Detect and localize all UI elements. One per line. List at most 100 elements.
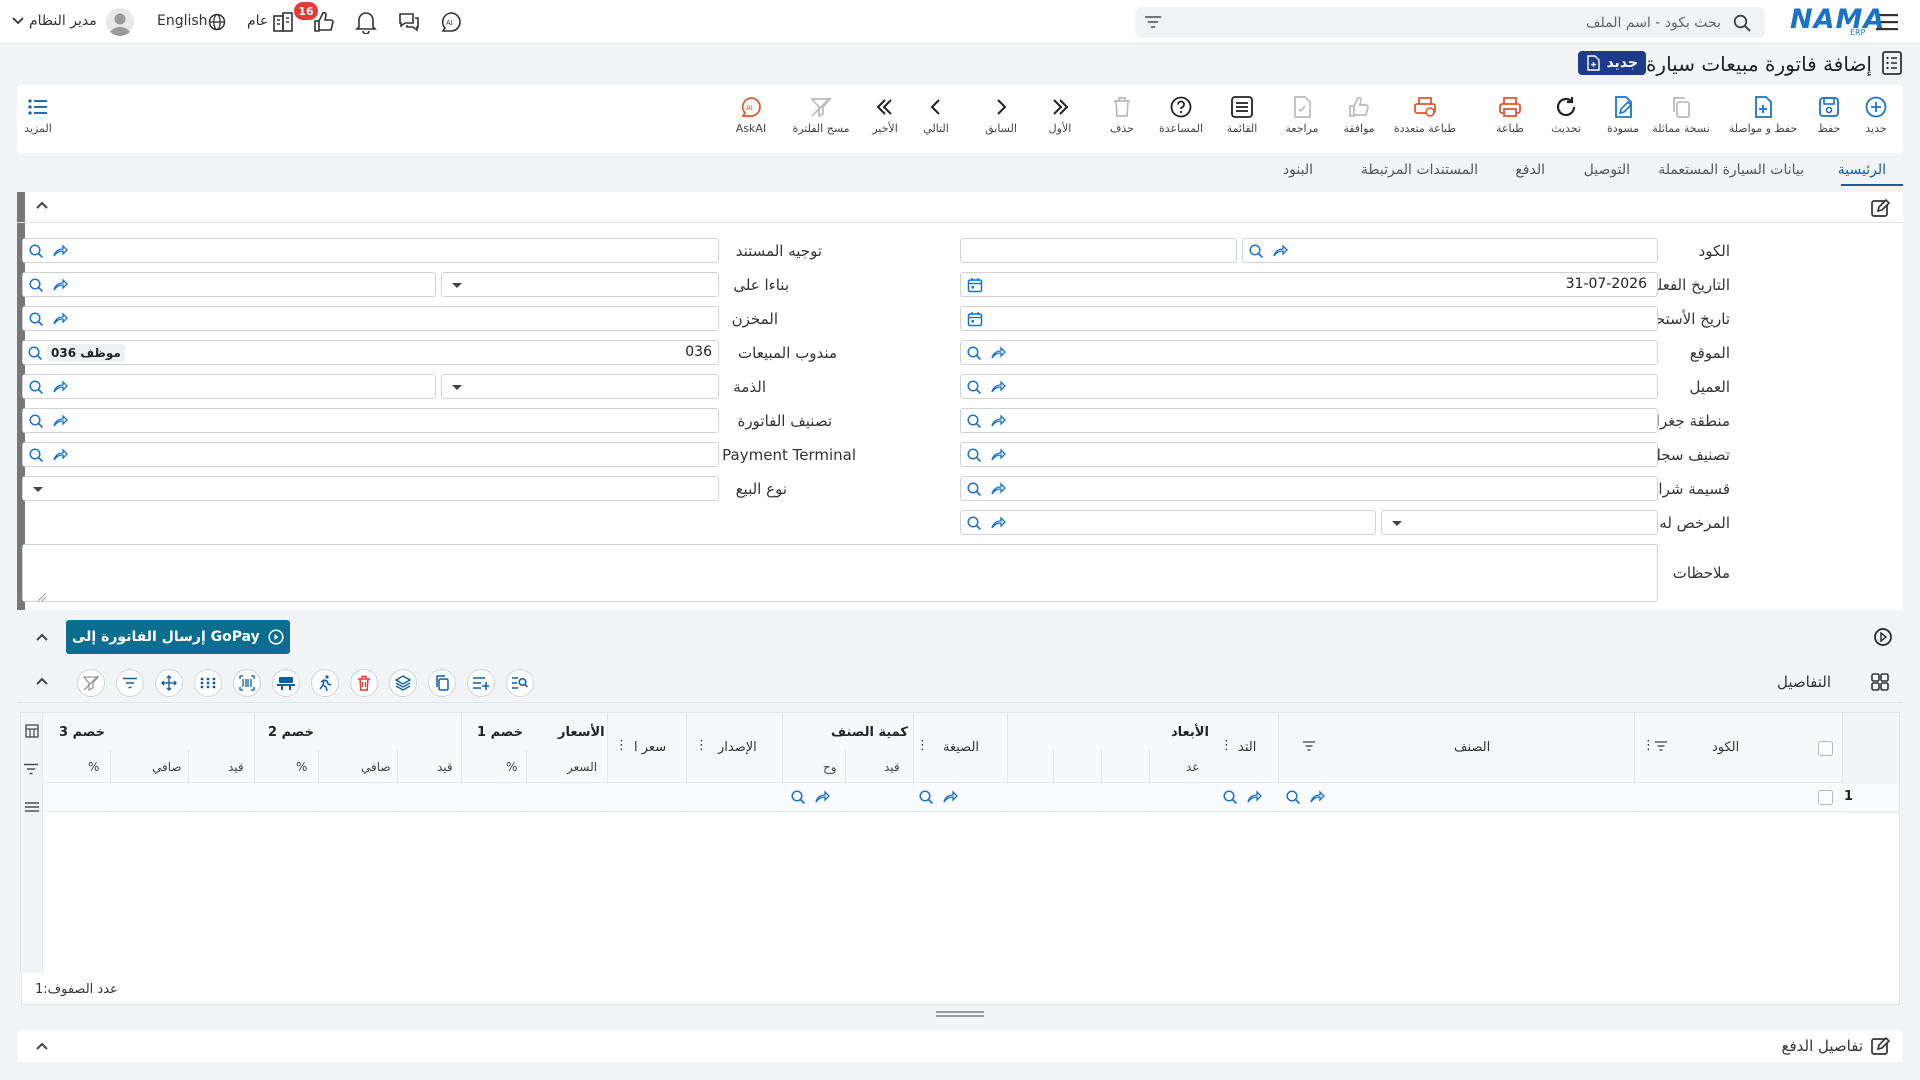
unit-cell-actions[interactable]: [790, 789, 830, 805]
forward-icon[interactable]: [52, 277, 68, 293]
resize-handle-icon[interactable]: [38, 593, 46, 601]
tab-delivery[interactable]: التوصيل: [1584, 162, 1630, 178]
tab-main[interactable]: الرئيسية: [1838, 162, 1886, 178]
search-refresh-icon[interactable]: [966, 515, 982, 531]
edit-icon[interactable]: [1870, 1036, 1890, 1056]
multi-print-button[interactable]: طباعة متعددة: [1385, 95, 1465, 135]
last-record-button[interactable]: الأخير: [855, 95, 915, 135]
geo-region-input[interactable]: [960, 408, 1658, 433]
branch-label[interactable]: عام: [247, 13, 268, 29]
header-d2-pct[interactable]: %: [296, 760, 307, 774]
bell-icon[interactable]: [353, 9, 379, 35]
column-menu-icon[interactable]: ⋮: [615, 738, 628, 753]
search-refresh-icon[interactable]: [1285, 789, 1301, 805]
clone-button[interactable]: نسخة مماثلة: [1646, 95, 1716, 135]
record-class-input[interactable]: [960, 442, 1658, 467]
save-button[interactable]: حفظ: [1799, 95, 1859, 135]
forward-icon[interactable]: [990, 481, 1006, 497]
filter-row-icon[interactable]: [24, 763, 38, 775]
notes-textarea[interactable]: [22, 544, 1658, 602]
search-refresh-icon[interactable]: [28, 447, 44, 463]
licensee-type-dropdown[interactable]: [1381, 510, 1658, 535]
liability-dropdown[interactable]: [441, 374, 719, 399]
forward-icon[interactable]: [990, 345, 1006, 361]
dimension-cell-actions[interactable]: [1222, 789, 1262, 805]
forward-icon[interactable]: [990, 413, 1006, 429]
warehouse-input[interactable]: [22, 306, 719, 331]
forward-icon[interactable]: [52, 311, 68, 327]
next-record-button[interactable]: التالي: [906, 95, 966, 135]
clear-grid-filter-button[interactable]: [77, 669, 105, 697]
previous-record-button[interactable]: السابق: [971, 95, 1031, 135]
column-menu-icon[interactable]: ⋮: [1220, 738, 1233, 753]
search-refresh-icon[interactable]: [27, 345, 43, 361]
askai-button[interactable]: AI AskAI: [721, 95, 781, 135]
header-dim-sub2[interactable]: عد: [1186, 760, 1199, 774]
move-button[interactable]: [155, 669, 183, 697]
resize-splitter[interactable]: [936, 1011, 984, 1017]
run-button[interactable]: [311, 669, 339, 697]
filter-icon[interactable]: [1145, 15, 1161, 29]
list-button[interactable]: القائمة: [1212, 95, 1272, 135]
due-date-input[interactable]: [960, 306, 1658, 331]
forward-icon[interactable]: [990, 379, 1006, 395]
forward-icon[interactable]: [814, 789, 830, 805]
header-d2-net[interactable]: صافي: [152, 760, 182, 774]
filter-button[interactable]: [116, 669, 144, 697]
search-refresh-icon[interactable]: [966, 481, 982, 497]
header-qty-sub1[interactable]: قيد: [884, 760, 900, 774]
sale-type-dropdown[interactable]: [22, 476, 719, 501]
search-refresh-icon[interactable]: [28, 379, 44, 395]
forward-icon[interactable]: [1309, 789, 1325, 805]
actual-date-input[interactable]: 31-07-2026: [960, 272, 1658, 297]
search-refresh-icon[interactable]: [28, 311, 44, 327]
save-and-continue-button[interactable]: حفظ و مواصلة: [1723, 95, 1803, 135]
search-refresh-icon[interactable]: [966, 413, 982, 429]
select-all-checkbox[interactable]: [1818, 741, 1833, 756]
header-code[interactable]: الكود: [1712, 740, 1739, 755]
language-switch[interactable]: English: [157, 13, 208, 29]
sales-rep-chip[interactable]: موظف 036: [47, 344, 125, 362]
row-menu-icon[interactable]: [25, 801, 39, 813]
forward-icon[interactable]: [52, 447, 68, 463]
column-chooser-icon[interactable]: [25, 724, 39, 738]
search-refresh-icon[interactable]: [966, 379, 982, 395]
formula-cell-actions[interactable]: [918, 789, 958, 805]
chevron-down-icon[interactable]: [12, 17, 24, 25]
tab-related-documents[interactable]: المستندات المرتبطة: [1361, 162, 1478, 178]
header-item[interactable]: الصنف: [1454, 740, 1490, 755]
calendar-icon[interactable]: [967, 311, 983, 327]
barcode-button[interactable]: [233, 669, 261, 697]
forward-icon[interactable]: [942, 789, 958, 805]
collapse-chevron-icon[interactable]: [35, 1041, 49, 1051]
row-checkbox[interactable]: [1818, 790, 1833, 805]
delete-rows-button[interactable]: [350, 669, 378, 697]
forward-icon[interactable]: [1246, 789, 1262, 805]
forward-icon[interactable]: [990, 447, 1006, 463]
payment-terminal-input[interactable]: [22, 442, 719, 467]
approve-button[interactable]: موافقة: [1329, 95, 1389, 135]
more-button[interactable]: المزيد: [8, 95, 68, 135]
copy-rows-button[interactable]: [428, 669, 456, 697]
add-lines-button[interactable]: [467, 669, 495, 697]
search-refresh-icon[interactable]: [1222, 789, 1238, 805]
first-record-button[interactable]: الأول: [1030, 95, 1090, 135]
nama-logo[interactable]: NAMA ERP: [1790, 4, 1884, 38]
search-items-button[interactable]: [506, 669, 534, 697]
forward-icon[interactable]: [52, 413, 68, 429]
collapse-chevron-icon[interactable]: [35, 200, 49, 210]
user-name[interactable]: مدير النظام: [29, 13, 97, 29]
column-menu-icon[interactable]: ⋮: [695, 738, 708, 753]
globe-icon[interactable]: [204, 9, 230, 35]
search-refresh-icon[interactable]: [1248, 243, 1264, 259]
header-release[interactable]: الإصدار: [718, 740, 757, 755]
header-dim-sub1[interactable]: التد: [1238, 740, 1256, 755]
edit-icon[interactable]: [1870, 198, 1890, 218]
help-button[interactable]: المساعدة: [1151, 95, 1211, 135]
doc-direction-input[interactable]: [22, 238, 719, 263]
cargo-button[interactable]: [272, 669, 300, 697]
item-cell-actions[interactable]: [1285, 789, 1325, 805]
search-refresh-icon[interactable]: [28, 277, 44, 293]
clear-filter-button[interactable]: مسح الفلترة: [786, 95, 856, 135]
column-menu-icon[interactable]: ⋮: [1642, 738, 1655, 753]
